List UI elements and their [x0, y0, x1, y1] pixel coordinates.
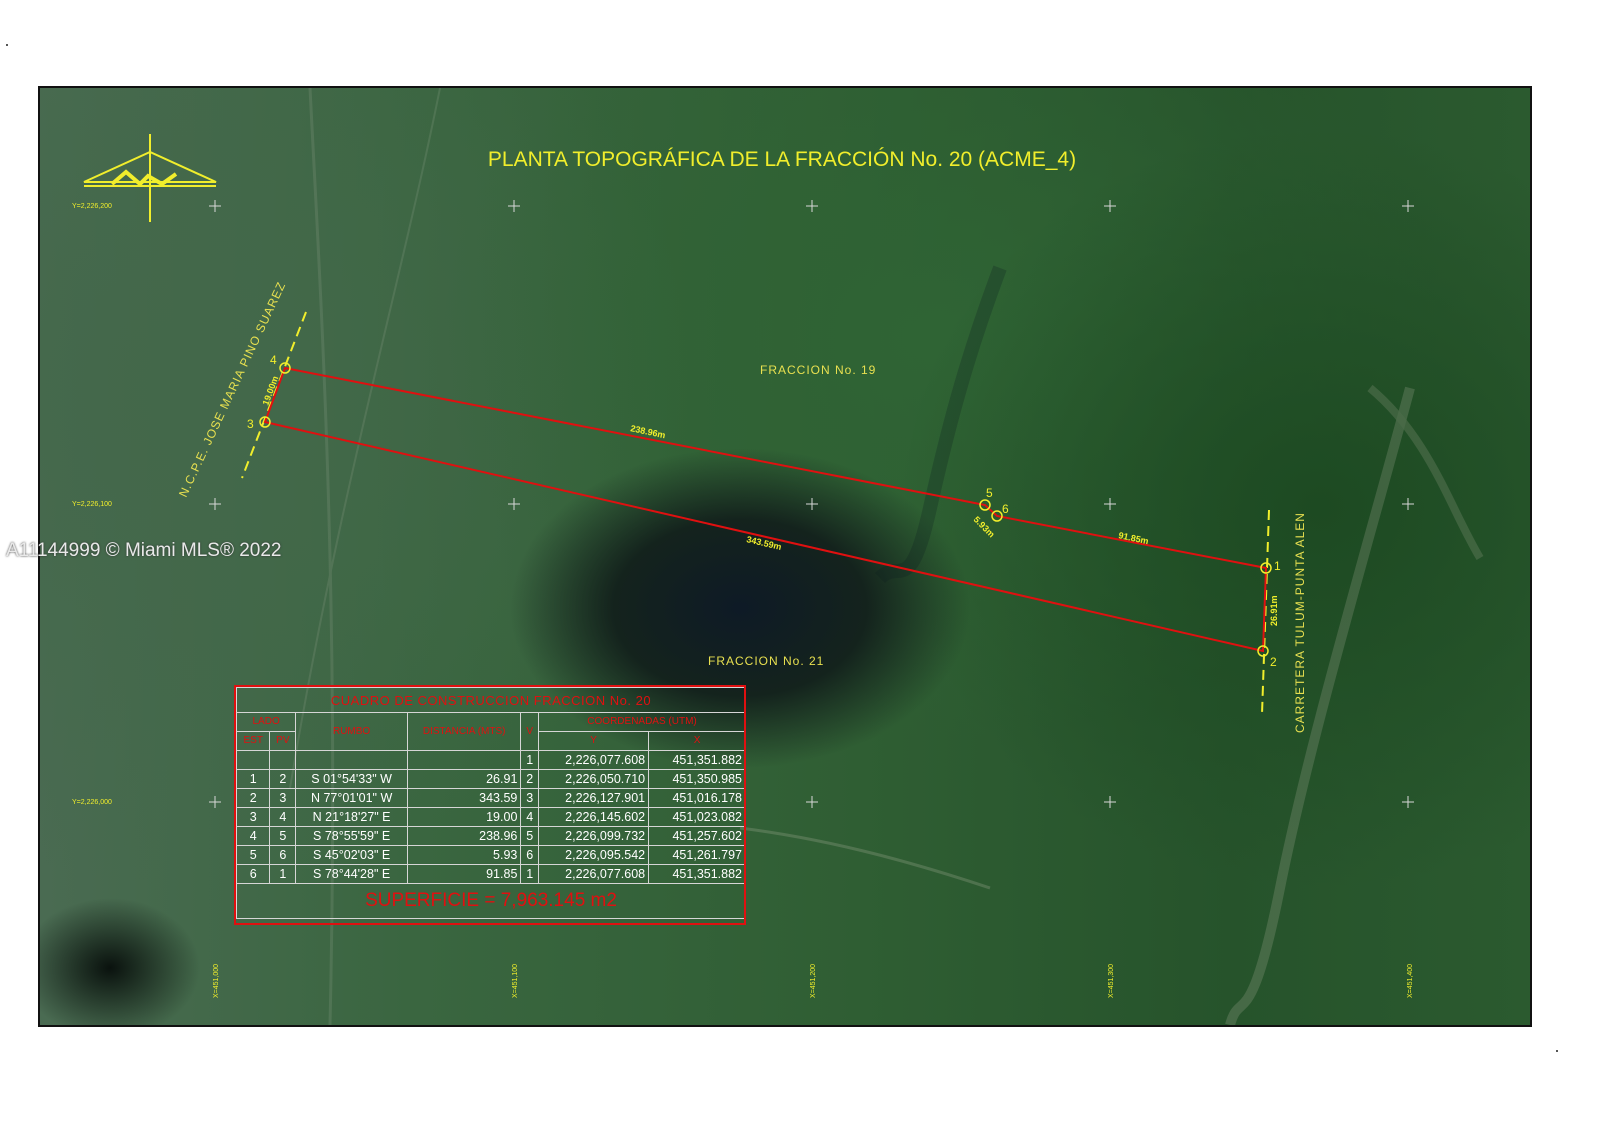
vertex-label: 4	[270, 353, 277, 367]
segment-length-label: 91.85m	[1118, 530, 1150, 546]
superficie-total: SUPERFICIE = 7,963.145 m2	[236, 883, 746, 919]
vertex-label: 5	[986, 486, 993, 500]
header-est: EST	[235, 731, 271, 751]
vertex-label: 3	[247, 417, 254, 431]
grid-label-x: X=451,000	[213, 964, 220, 998]
segment-length-label: 26.91m	[1269, 595, 1279, 626]
grid-label-y: Y=2,226,200	[72, 203, 112, 210]
table-row: 12S 01°54'33" W 26.91 2 2,226,050.710 451,35…	[235, 769, 746, 789]
table-row: 1 2,226,077.608 451,351.882	[235, 750, 746, 770]
scan-speck	[6, 44, 8, 46]
header-v: V	[520, 712, 540, 751]
property-boundary[interactable]	[263, 366, 1268, 653]
header-lado: LADO	[235, 712, 297, 732]
header-rumbo: RUMBO	[295, 712, 408, 751]
table-row: 23N 77°01'01" W 343.59 3 2,226,127.901 451,0…	[235, 788, 746, 808]
header-distancia: DISTANCIA (MTS)	[406, 712, 522, 751]
scan-speck	[1556, 1050, 1558, 1052]
map-title: PLANTA TOPOGRÁFICA DE LA FRACCIÓN No. 20…	[488, 148, 1076, 171]
vertex-label: 1	[1274, 559, 1281, 573]
mls-watermark: A11144999 © Miami MLS® 2022	[6, 540, 282, 561]
header-y: Y	[538, 731, 650, 751]
grid-label-x: X=451,200	[810, 964, 817, 998]
fraccion-19-label: FRACCION No. 19	[760, 363, 876, 377]
table-row: 34N 21°18'27" E 19.00 4 2,226,145.602 451,02…	[235, 807, 746, 827]
header-coordenadas: COORDENADAS (UTM)	[538, 712, 746, 732]
construction-table: CUADRO DE CONSTRUCCION FRACCION No. 20 L…	[235, 687, 746, 919]
fraccion-21-label: FRACCION No. 21	[708, 654, 824, 668]
vertex-markers	[259, 362, 1272, 657]
vertex-label: 2	[1270, 655, 1277, 669]
table-row: 61S 78°44'28" E 91.85 1 2,226,077.608 451,35…	[235, 864, 746, 884]
grid-label-x: X=451,300	[1108, 964, 1115, 998]
grid-label-y: Y=2,226,100	[72, 501, 112, 508]
table-title: CUADRO DE CONSTRUCCION FRACCION No. 20	[236, 687, 746, 713]
header-x: X	[648, 731, 746, 751]
road-right-label: CARRETERA TULUM-PUNTA ALEN	[1293, 512, 1307, 733]
grid-label-x: X=451,100	[512, 964, 519, 998]
segment-length-label: 238.96m	[630, 423, 667, 440]
table-row: 56S 45°02'03" E 5.93 6 2,226,095.542 451,261…	[235, 845, 746, 865]
header-pv: PV	[269, 731, 297, 751]
table-row: 45S 78°55'59" E 238.96 5 2,226,099.732 451,2…	[235, 826, 746, 846]
grid-label-y: Y=2,226,000	[72, 799, 112, 806]
vertex-label: 6	[1002, 502, 1009, 516]
grid-label-x: X=451,400	[1407, 964, 1414, 998]
